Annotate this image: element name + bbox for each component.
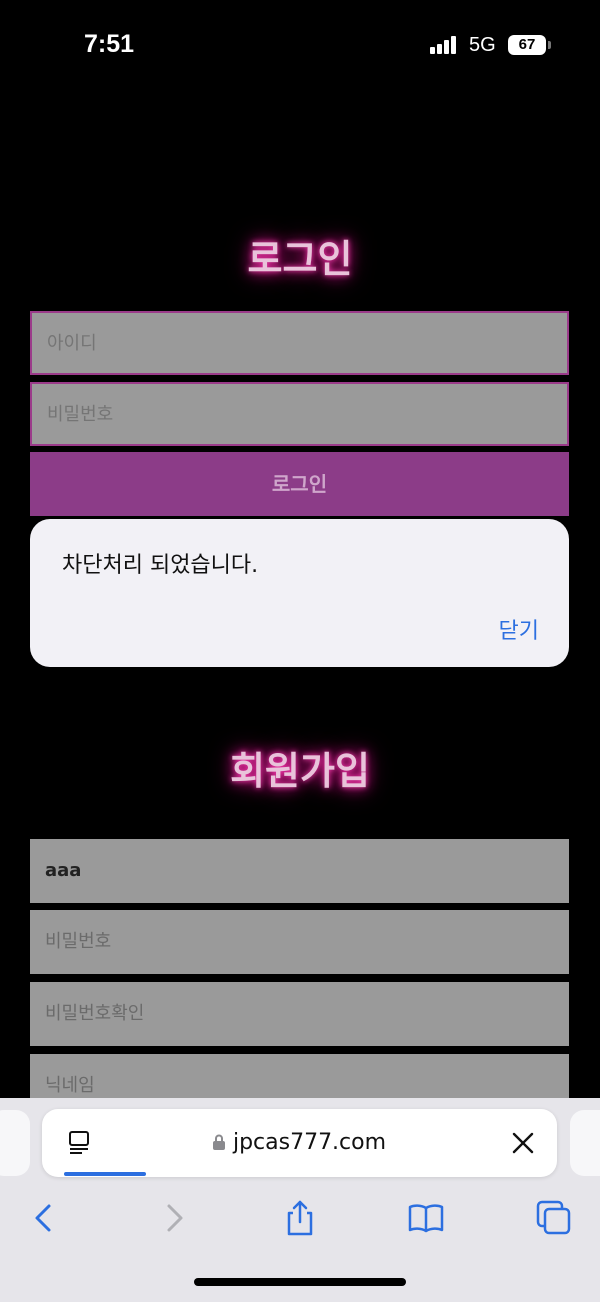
forward-icon[interactable] bbox=[154, 1198, 194, 1238]
cellular-signal-icon bbox=[430, 36, 460, 54]
network-type: 5G bbox=[469, 34, 496, 56]
login-button[interactable]: 로그인 bbox=[30, 452, 569, 516]
login-password-input[interactable] bbox=[30, 382, 569, 446]
battery-icon: 67 bbox=[508, 35, 546, 55]
back-icon[interactable] bbox=[24, 1198, 64, 1238]
alert-close-button[interactable]: 닫기 bbox=[499, 613, 539, 645]
close-icon[interactable] bbox=[512, 1132, 534, 1154]
battery-nub bbox=[548, 41, 551, 49]
browser-toolbar: jpcas777.com bbox=[0, 1098, 600, 1302]
signup-password-confirm-input[interactable]: 비밀번호확인 bbox=[30, 982, 569, 1046]
status-time: 7:51 bbox=[84, 30, 135, 58]
url-text: jpcas777.com bbox=[232, 1130, 387, 1155]
signup-password-input[interactable]: 비밀번호 bbox=[30, 910, 569, 974]
signup-heading: 회원가입 bbox=[230, 749, 370, 793]
bookmarks-icon[interactable] bbox=[406, 1198, 446, 1238]
alert-dialog: 차단처리 되었습니다. 닫기 bbox=[30, 519, 569, 667]
next-tab-peek[interactable] bbox=[570, 1110, 600, 1176]
previous-tab-peek[interactable] bbox=[0, 1110, 30, 1176]
home-indicator bbox=[194, 1278, 406, 1286]
url-display[interactable]: jpcas777.com bbox=[42, 1109, 557, 1177]
login-heading: 로그인 bbox=[247, 237, 353, 281]
lock-icon bbox=[212, 1134, 225, 1150]
signup-id-input[interactable]: aaa bbox=[30, 839, 569, 903]
tabs-icon[interactable] bbox=[534, 1198, 574, 1238]
status-bar: 7:51 5G 67 bbox=[0, 0, 600, 90]
address-bar[interactable]: jpcas777.com bbox=[42, 1109, 557, 1177]
alert-message: 차단처리 되었습니다. bbox=[62, 553, 259, 578]
login-id-input[interactable] bbox=[30, 311, 569, 375]
share-icon[interactable] bbox=[280, 1198, 320, 1238]
